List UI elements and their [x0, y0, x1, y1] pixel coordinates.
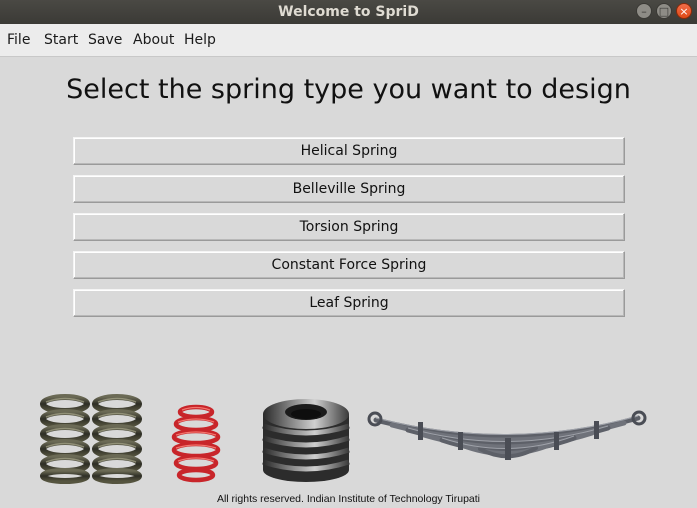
footer-copyright: All rights reserved. Indian Institute of…	[216, 493, 481, 505]
menu-about[interactable]: About	[133, 24, 174, 57]
app-window: Welcome to SpriD – □ × File Start Save A…	[0, 0, 697, 508]
leaf-spring-image	[366, 408, 650, 470]
helical-spring-button[interactable]: Helical Spring	[73, 137, 625, 165]
close-button[interactable]: ×	[676, 3, 692, 19]
belleville-disc-spring-image	[260, 394, 352, 484]
menu-start[interactable]: Start	[44, 24, 78, 57]
title-bar[interactable]: Welcome to SpriD – □ ×	[0, 0, 697, 24]
menu-bar: File Start Save About Help	[0, 24, 697, 57]
minimize-button[interactable]: –	[636, 3, 652, 19]
window-title: Welcome to SpriD	[278, 4, 419, 20]
maximize-icon: □	[658, 5, 670, 18]
page-heading: Select the spring type you want to desig…	[66, 74, 631, 105]
menu-help[interactable]: Help	[184, 24, 216, 57]
maximize-button[interactable]: □	[656, 3, 672, 19]
constant-force-spring-button[interactable]: Constant Force Spring	[73, 251, 625, 279]
double-helical-spring-image	[38, 392, 146, 484]
menu-save[interactable]: Save	[88, 24, 122, 57]
close-icon: ×	[679, 5, 689, 18]
belleville-spring-button[interactable]: Belleville Spring	[73, 175, 625, 203]
torsion-spring-button[interactable]: Torsion Spring	[73, 213, 625, 241]
menu-file[interactable]: File	[7, 24, 30, 57]
minimize-icon: –	[641, 5, 647, 18]
leaf-spring-button[interactable]: Leaf Spring	[73, 289, 625, 317]
red-helical-spring-image	[170, 402, 222, 484]
